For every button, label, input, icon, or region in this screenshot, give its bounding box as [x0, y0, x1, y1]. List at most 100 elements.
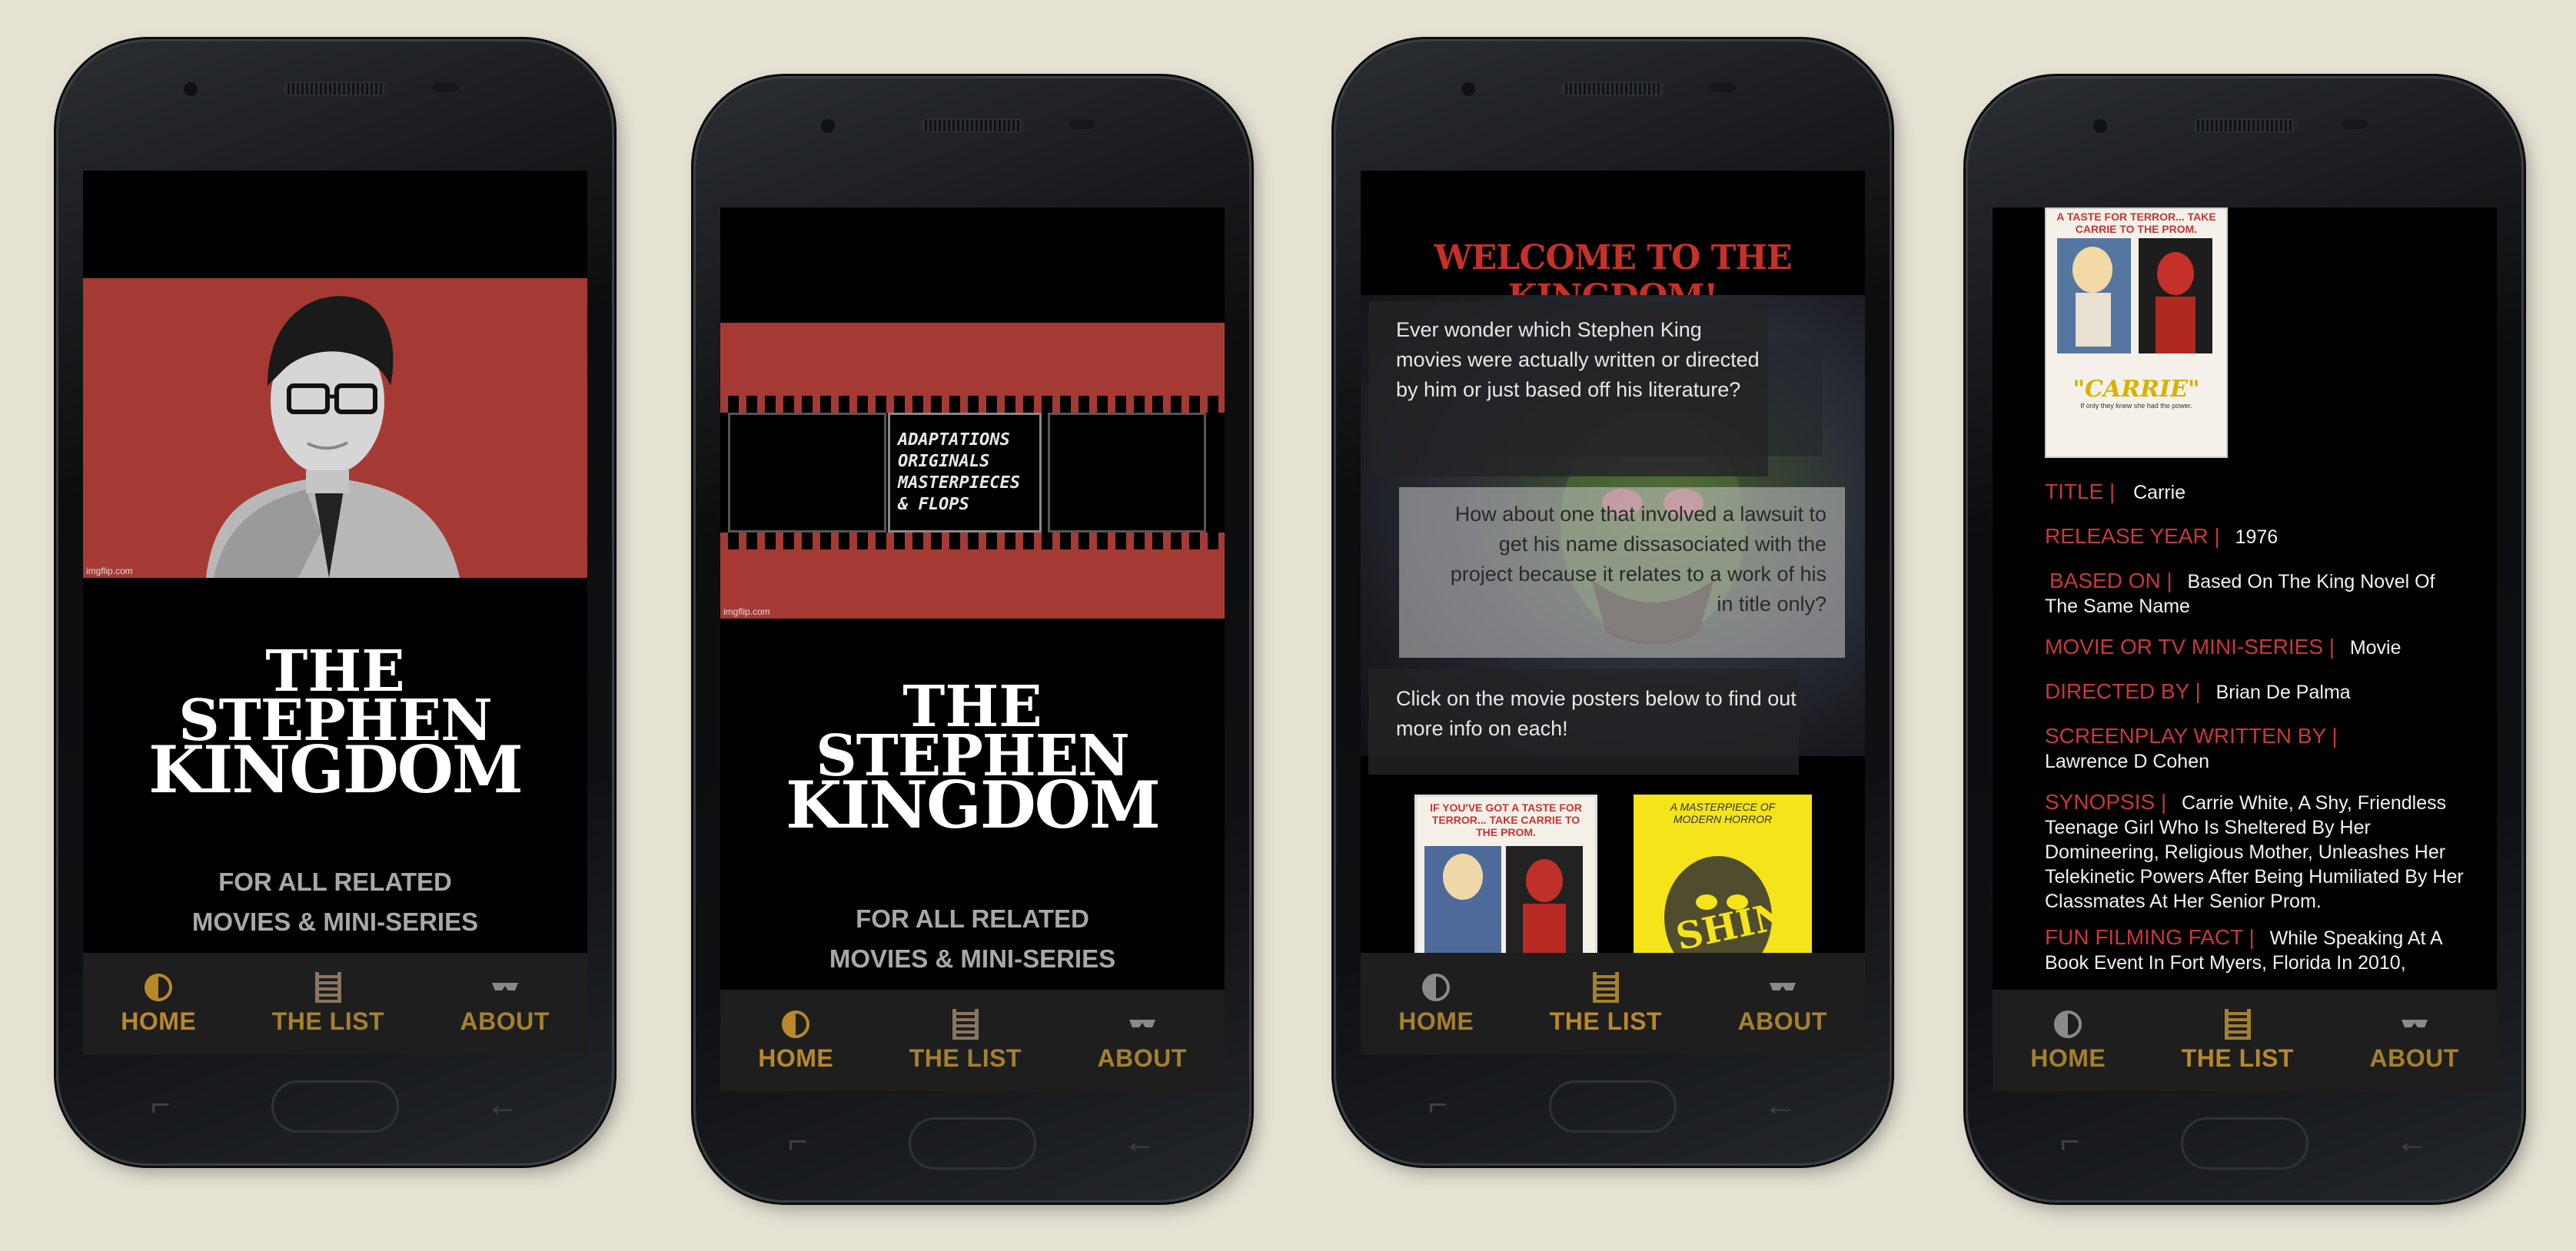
separator: | — [2103, 479, 2122, 503]
image-credit: imgflip.com — [723, 606, 770, 617]
earpiece-speaker — [921, 118, 1024, 133]
app-logo: THE STEPHEN KINGDOM — [720, 679, 1225, 838]
field-sp-value: Lawrence D Cohen — [2045, 751, 2210, 772]
earpiece-speaker — [2193, 118, 2296, 133]
poster-grid: IF YOU'VE GOT A TASTE FOR TERROR... TAKE… — [1361, 795, 1865, 976]
sunglasses-icon — [2401, 1019, 2428, 1027]
field-type: MOVIE OR TV MINI-SERIES | Movie — [2045, 635, 2466, 660]
recent-apps-icon[interactable]: ⌐ — [788, 1125, 808, 1159]
poster-carrie[interactable]: IF YOU'VE GOT A TASTE FOR TERROR... TAKE… — [1414, 795, 1597, 976]
film-icon — [2224, 1008, 2251, 1040]
poster-small-text: If only they knew she had the power. — [2080, 402, 2192, 410]
tab-about[interactable]: ABOUT — [1097, 1009, 1186, 1073]
field-dir-value: Brian De Palma — [2215, 682, 2351, 703]
poster-the-shining[interactable]: A MASTERPIECE OF MODERN HORROR THE SHINI… — [1634, 795, 1812, 971]
filmstrip-line-3: MASTERPIECES — [898, 473, 1020, 493]
tagline-line-1: FOR ALL RELATED — [218, 868, 452, 896]
phone-mockup-3: WELCOME TO THE KINGDOM! Ever wonder whic… — [1336, 41, 1890, 1163]
home-hardware-button[interactable] — [1549, 1080, 1677, 1133]
tab-home[interactable]: HOME — [1398, 972, 1474, 1036]
earpiece-speaker — [1561, 81, 1664, 96]
poster-shining-art: THE SHINING — [1634, 856, 1812, 971]
tagline-line-2: MOVIES & MINI-SERIES — [191, 908, 479, 936]
film-frame-right — [1048, 413, 1206, 533]
phone-mockup-1: imgflip.com THE STEPHEN KINGDOM FOR ALL … — [58, 41, 612, 1163]
stephen-king-portrait: imgflip.com — [83, 278, 587, 578]
tab-the-list[interactable]: THE LIST — [909, 1008, 1022, 1073]
cta-text: Click on the movie posters below to find… — [1396, 687, 1797, 740]
field-directed-by: DIRECTED BY | Brian De Palma — [2045, 679, 2466, 705]
tab-home-label: HOME — [758, 1044, 834, 1072]
sunglasses-icon — [1128, 1019, 1155, 1027]
question-text: How about one that involved a lawsuit to… — [1450, 503, 1826, 616]
field-based-label: BASED ON — [2049, 569, 2161, 592]
poster-shining-tagline: A MASTERPIECE OF MODERN HORROR — [1670, 801, 1776, 825]
home-hardware-button[interactable] — [909, 1117, 1036, 1170]
tab-about[interactable]: ABOUT — [1737, 972, 1826, 1036]
recent-apps-icon[interactable]: ⌐ — [1428, 1088, 1448, 1122]
separator: | — [2160, 569, 2179, 592]
filmstrip-line-2: ORIGINALS — [898, 452, 990, 471]
back-icon[interactable]: ← — [2395, 1125, 2429, 1159]
film-frame-center: ADAPTATIONS ORIGINALS MASTERPIECES & FLO… — [888, 413, 1042, 533]
field-year-value: 1976 — [2235, 526, 2279, 548]
field-based-on: BASED ON | Based On The King Novel Of Th… — [2045, 569, 2466, 619]
sunglasses-icon — [1769, 982, 1796, 991]
tab-about-label: ABOUT — [460, 1007, 550, 1035]
tab-the-list[interactable]: THE LIST — [1550, 971, 1662, 1036]
bottom-tab-bar: HOME THE LIST ABOUT — [1361, 953, 1865, 1054]
bottom-tab-bar: HOME THE LIST ABOUT — [1993, 990, 2497, 1091]
home-hardware-button[interactable] — [2181, 1117, 2308, 1170]
tab-about-label: ABOUT — [1097, 1044, 1187, 1072]
separator: | — [2325, 724, 2338, 748]
proximity-sensor — [2342, 120, 2368, 129]
field-dir-label: DIRECTED BY — [2045, 679, 2189, 703]
tab-about-label: ABOUT — [1737, 1007, 1827, 1035]
separator: | — [2155, 790, 2173, 814]
bottom-tab-bar: HOME THE LIST ABOUT — [720, 990, 1225, 1091]
front-camera — [181, 80, 200, 98]
field-fun-label: FUN FILMING FACT — [2045, 925, 2243, 949]
tab-about[interactable]: ABOUT — [460, 972, 549, 1036]
half-circle-icon — [782, 1010, 810, 1038]
earpiece-speaker — [284, 81, 387, 96]
film-icon — [314, 971, 341, 1003]
tagline: FOR ALL RELATED MOVIES & MINI-SERIES — [720, 899, 1225, 979]
filmstrip: ADAPTATIONS ORIGINALS MASTERPIECES & FLO… — [720, 396, 1225, 549]
field-release-year: RELEASE YEAR | 1976 — [2045, 524, 2466, 549]
back-icon[interactable]: ← — [1763, 1088, 1797, 1122]
film-frame-left — [728, 413, 886, 533]
field-title-value: Carrie — [2133, 482, 2186, 503]
separator: | — [2189, 679, 2207, 703]
cta-card: Click on the movie posters below to find… — [1368, 669, 1799, 775]
field-title: TITLE | Carrie — [2045, 479, 2466, 505]
phone-mockup-4: A TASTE FOR TERROR... TAKE CARRIE TO THE… — [1968, 78, 2521, 1200]
recent-apps-icon[interactable]: ⌐ — [2060, 1125, 2080, 1159]
front-camera — [819, 117, 837, 135]
tab-about[interactable]: ABOUT — [2369, 1009, 2458, 1073]
image-credit: imgflip.com — [86, 566, 133, 576]
tab-the-list[interactable]: THE LIST — [2182, 1008, 2294, 1073]
home-screen: ADAPTATIONS ORIGINALS MASTERPIECES & FLO… — [720, 207, 1225, 1091]
recent-apps-icon[interactable]: ⌐ — [151, 1088, 171, 1122]
field-fun-fact: FUN FILMING FACT | While Speaking At A B… — [2045, 925, 2466, 975]
logo-line-3: KINGDOM — [148, 732, 524, 808]
back-icon[interactable]: ← — [486, 1088, 520, 1122]
tab-home-label: HOME — [2030, 1044, 2106, 1072]
tab-home[interactable]: HOME — [758, 1009, 833, 1073]
detail-screen: A TASTE FOR TERROR... TAKE CARRIE TO THE… — [1993, 207, 2497, 1091]
home-screen: WELCOME TO THE KINGDOM! Ever wonder whic… — [1361, 171, 1865, 1054]
front-camera — [1459, 80, 1477, 98]
home-hardware-button[interactable] — [271, 1080, 399, 1133]
back-icon[interactable]: ← — [1123, 1125, 1157, 1159]
tab-the-list[interactable]: THE LIST — [272, 971, 384, 1036]
separator: | — [2242, 925, 2261, 949]
bottom-tab-bar: HOME THE LIST ABOUT — [83, 953, 587, 1054]
proximity-sensor — [432, 83, 458, 92]
film-icon — [952, 1008, 979, 1040]
poster-art — [2057, 238, 2212, 353]
tab-home[interactable]: HOME — [121, 972, 196, 1036]
tab-home[interactable]: HOME — [2030, 1009, 2106, 1073]
tab-list-label: THE LIST — [909, 1044, 1022, 1072]
phone-mockup-2: ADAPTATIONS ORIGINALS MASTERPIECES & FLO… — [696, 78, 1249, 1200]
